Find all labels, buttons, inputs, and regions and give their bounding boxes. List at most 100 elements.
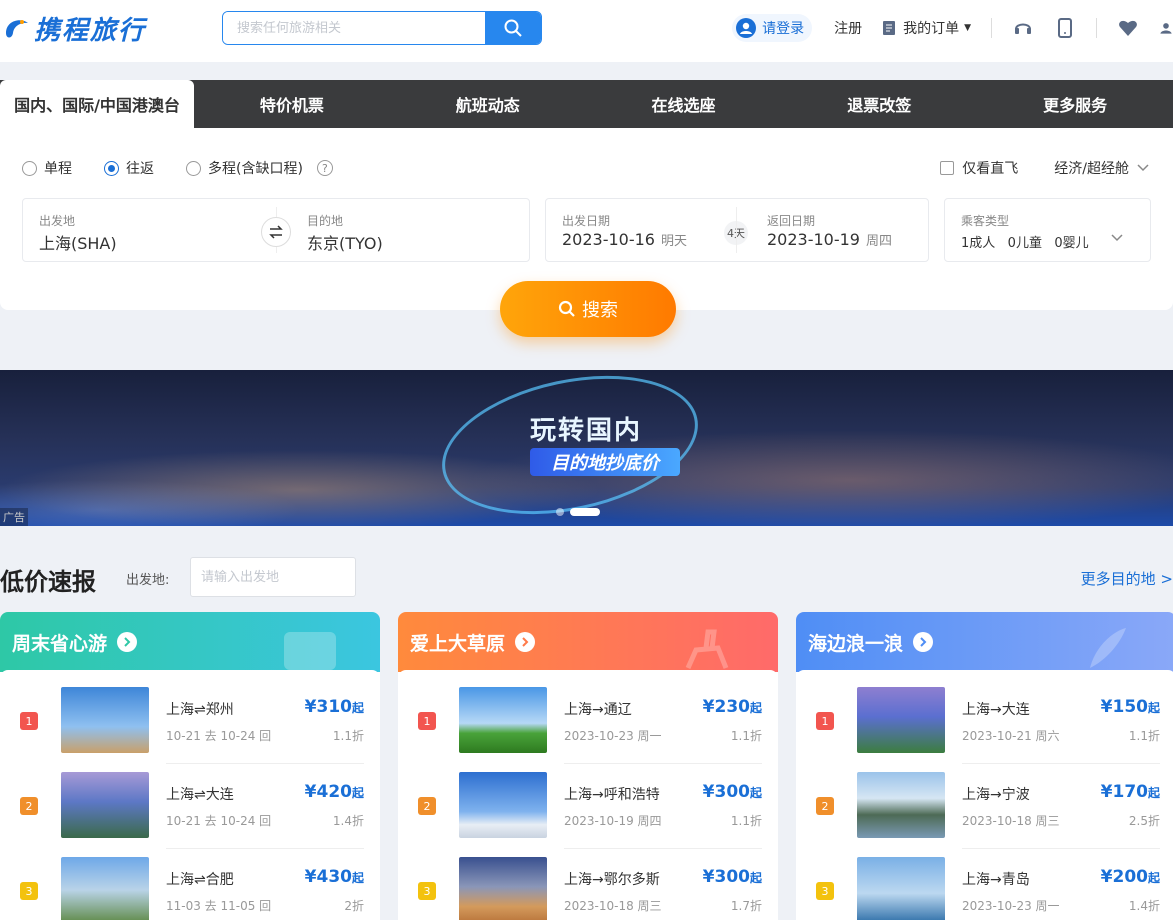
- travel-dates: 2023-10-19 周四: [564, 814, 662, 828]
- deal-row[interactable]: 3 上海→鄂尔多斯 2023-10-18 周三 ¥300起 1.7折: [398, 857, 778, 920]
- deal-row[interactable]: 2 上海→宁波 2023-10-18 周三 ¥170起 2.5折: [796, 772, 1173, 857]
- travel-dates: 2023-10-18 周三: [962, 814, 1060, 828]
- more-destinations-link[interactable]: 更多目的地 >: [1081, 568, 1173, 589]
- banner-title: 玩转国内: [530, 416, 643, 446]
- search-button[interactable]: [485, 12, 541, 44]
- deal-card-title: 海边浪一浪: [808, 632, 904, 655]
- deal-card-header[interactable]: 周末省心游: [0, 612, 380, 672]
- order-doc-icon: [883, 21, 896, 35]
- banner-pagination: [556, 508, 606, 516]
- destination-photo: [459, 857, 547, 920]
- chevron-down-icon: [1111, 234, 1123, 242]
- deal-row[interactable]: 3 上海→青岛 2023-10-23 周一 ¥200起 1.4折: [796, 857, 1173, 920]
- destination-photo: [61, 687, 149, 753]
- ctrip-logo[interactable]: 携程旅行: [2, 10, 146, 46]
- discount: 1.1折: [730, 814, 762, 828]
- favorites-button[interactable]: [1117, 17, 1139, 39]
- travel-dates: 10-21 去 10-24 回: [166, 729, 272, 743]
- passenger-type-select[interactable]: 乘客类型 1成人 0儿童 0婴儿: [944, 198, 1151, 262]
- discount: 1.4折: [1128, 899, 1160, 913]
- direct-only-checkbox[interactable]: 仅看直飞: [940, 158, 1018, 178]
- depart-date-field[interactable]: 出发日期 2023-10-16 明天: [546, 199, 736, 261]
- flight-search-label: 搜索: [582, 300, 618, 321]
- swap-arrows-icon: [269, 225, 283, 239]
- rank-badge: 1: [20, 712, 38, 730]
- price: ¥170起: [1100, 782, 1160, 802]
- chevron-down-icon: ▼: [964, 23, 971, 33]
- search-icon: [558, 300, 575, 317]
- route-label: 上海⇌郑州: [166, 702, 234, 718]
- customer-service-button[interactable]: [1012, 17, 1034, 39]
- destination-photo: [459, 687, 547, 753]
- destination-photo: [61, 772, 149, 838]
- tab-flight-status[interactable]: 航班动态: [390, 80, 586, 128]
- banner-subtitle: 目的地抄底价: [530, 448, 680, 476]
- deal-row[interactable]: 1 上海→通辽 2023-10-23 周一 ¥230起 1.1折: [398, 687, 778, 772]
- discount: 2.5折: [1128, 814, 1160, 828]
- route-label: 上海→呼和浩特: [564, 787, 660, 803]
- help-icon[interactable]: ?: [316, 160, 333, 176]
- arrow-right-icon: [117, 632, 138, 652]
- deal-row[interactable]: 2 上海→呼和浩特 2023-10-19 周四 ¥300起 1.1折: [398, 772, 778, 857]
- deal-card: 爱上大草原 1 上海→通辽 2023-10-23 周一 ¥230起 1.1折 2…: [398, 612, 778, 920]
- chevron-down-icon: [1137, 164, 1149, 172]
- radio-one-way[interactable]: 单程: [22, 158, 72, 178]
- deal-card-header[interactable]: 爱上大草原: [398, 612, 778, 672]
- departure-city-input[interactable]: [190, 557, 356, 597]
- banner-dot-active[interactable]: [570, 508, 600, 516]
- destination-photo: [857, 772, 945, 838]
- tab-refund-change[interactable]: 退票改签: [781, 80, 977, 128]
- user-icon: [1160, 23, 1172, 34]
- swap-cities-button[interactable]: [261, 217, 291, 247]
- register-link[interactable]: 注册: [834, 18, 862, 38]
- destination-photo: [857, 857, 945, 920]
- dolphin-logo-icon: [2, 13, 32, 43]
- radio-multi-city[interactable]: 多程(含缺口程): [186, 158, 303, 178]
- deal-card-header[interactable]: 海边浪一浪: [796, 612, 1173, 672]
- search-input[interactable]: [223, 12, 485, 44]
- deal-row[interactable]: 1 上海⇌郑州 10-21 去 10-24 回 ¥310起 1.1折: [0, 687, 380, 772]
- price: ¥420起: [304, 782, 364, 802]
- tab-seat-selection[interactable]: 在线选座: [586, 80, 782, 128]
- tab-domestic-intl[interactable]: 国内、国际/中国港澳台: [0, 80, 194, 128]
- tab-more-services[interactable]: 更多服务: [977, 80, 1173, 128]
- arrival-city-field[interactable]: 目的地 东京(TYO): [293, 199, 529, 261]
- flight-search-button[interactable]: 搜索: [500, 281, 676, 337]
- travel-dates: 2023-10-18 周三: [564, 899, 662, 913]
- deal-card: 周末省心游 1 上海⇌郑州 10-21 去 10-24 回 ¥310起 1.1折…: [0, 612, 380, 920]
- deal-row[interactable]: 2 上海⇌大连 10-21 去 10-24 回 ¥420起 1.4折: [0, 772, 380, 857]
- return-date-field[interactable]: 返回日期 2023-10-19 周四: [751, 199, 929, 261]
- flight-tabs: 国内、国际/中国港澳台 特价机票 航班动态 在线选座 退票改签 更多服务: [0, 80, 1173, 128]
- radio-round-trip[interactable]: 往返: [104, 158, 154, 178]
- rank-badge: 1: [418, 712, 436, 730]
- deal-list: 1 上海→通辽 2023-10-23 周一 ¥230起 1.1折 2 上海→呼和…: [398, 670, 778, 920]
- search-icon: [504, 19, 522, 37]
- route-label: 上海→大连: [962, 702, 1030, 718]
- tab-special-tickets[interactable]: 特价机票: [194, 80, 390, 128]
- discount: 1.1折: [1128, 729, 1160, 743]
- destination-photo: [459, 772, 547, 838]
- destination-photo: [61, 857, 149, 920]
- price: ¥230起: [702, 697, 762, 717]
- arrow-right-icon: [515, 632, 536, 652]
- city-selector: 出发地 上海(SHA) 目的地 东京(TYO): [22, 198, 530, 262]
- route-label: 上海⇌大连: [166, 787, 234, 803]
- login-button[interactable]: 请登录: [732, 14, 813, 42]
- travel-dates: 10-21 去 10-24 回: [166, 814, 272, 828]
- deal-row[interactable]: 3 上海⇌合肥 11-03 去 11-05 回 ¥430起 2折: [0, 857, 380, 920]
- deal-card: 海边浪一浪 1 上海→大连 2023-10-21 周六 ¥150起 1.1折 2…: [796, 612, 1173, 920]
- heart-icon: [1119, 20, 1137, 36]
- route-label: 上海⇌合肥: [166, 872, 234, 888]
- more-user-button[interactable]: [1159, 17, 1173, 39]
- rank-badge: 2: [816, 797, 834, 815]
- from-label: 出发地:: [126, 573, 170, 588]
- cabin-class-select[interactable]: 经济/超经舱: [1054, 158, 1149, 178]
- ad-tag: 广告: [0, 508, 28, 526]
- deal-row[interactable]: 1 上海→大连 2023-10-21 周六 ¥150起 1.1折: [796, 687, 1173, 772]
- price: ¥300起: [702, 782, 762, 802]
- banner-dot[interactable]: [556, 508, 564, 516]
- my-orders-menu[interactable]: 我的订单 ▼: [882, 18, 971, 38]
- price: ¥150起: [1100, 697, 1160, 717]
- departure-city-field[interactable]: 出发地 上海(SHA): [23, 199, 277, 261]
- mobile-app-button[interactable]: [1054, 17, 1076, 39]
